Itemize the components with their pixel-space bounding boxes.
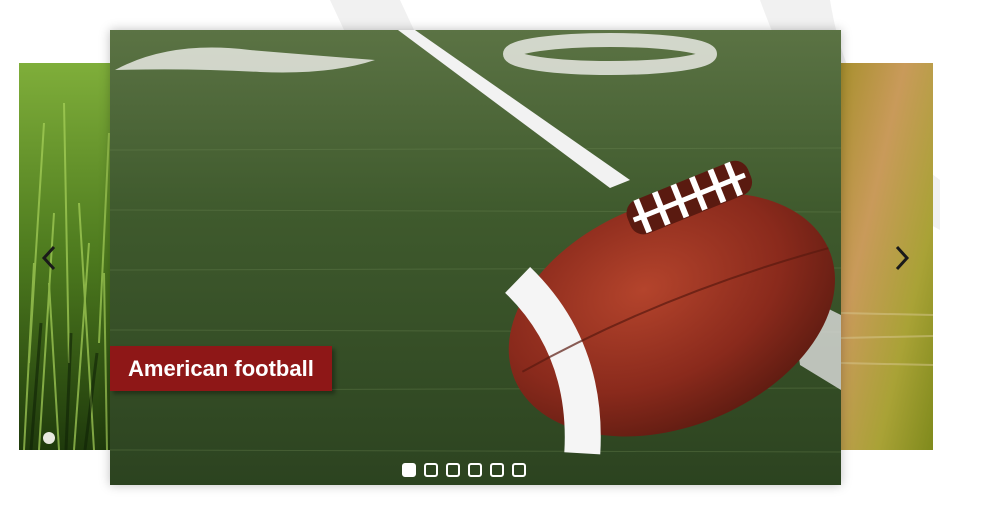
- next-slide-button[interactable]: [887, 240, 917, 276]
- pagination-dot-1[interactable]: [402, 463, 416, 477]
- pagination-dot-5[interactable]: [490, 463, 504, 477]
- pagination-dot-3[interactable]: [446, 463, 460, 477]
- chevron-left-icon: [41, 245, 56, 271]
- previous-slide-button[interactable]: [34, 240, 64, 276]
- chevron-right-icon: [895, 245, 910, 271]
- pagination-dot-2[interactable]: [424, 463, 438, 477]
- pagination-dot-4[interactable]: [468, 463, 482, 477]
- slide-pagination: [402, 463, 526, 477]
- pagination-dot-6[interactable]: [512, 463, 526, 477]
- slide-previous-preview[interactable]: [19, 63, 110, 450]
- slide-caption: American football: [110, 346, 332, 391]
- slide-active[interactable]: [110, 30, 841, 485]
- american-football-image: [110, 30, 841, 485]
- grass-image: [19, 63, 110, 450]
